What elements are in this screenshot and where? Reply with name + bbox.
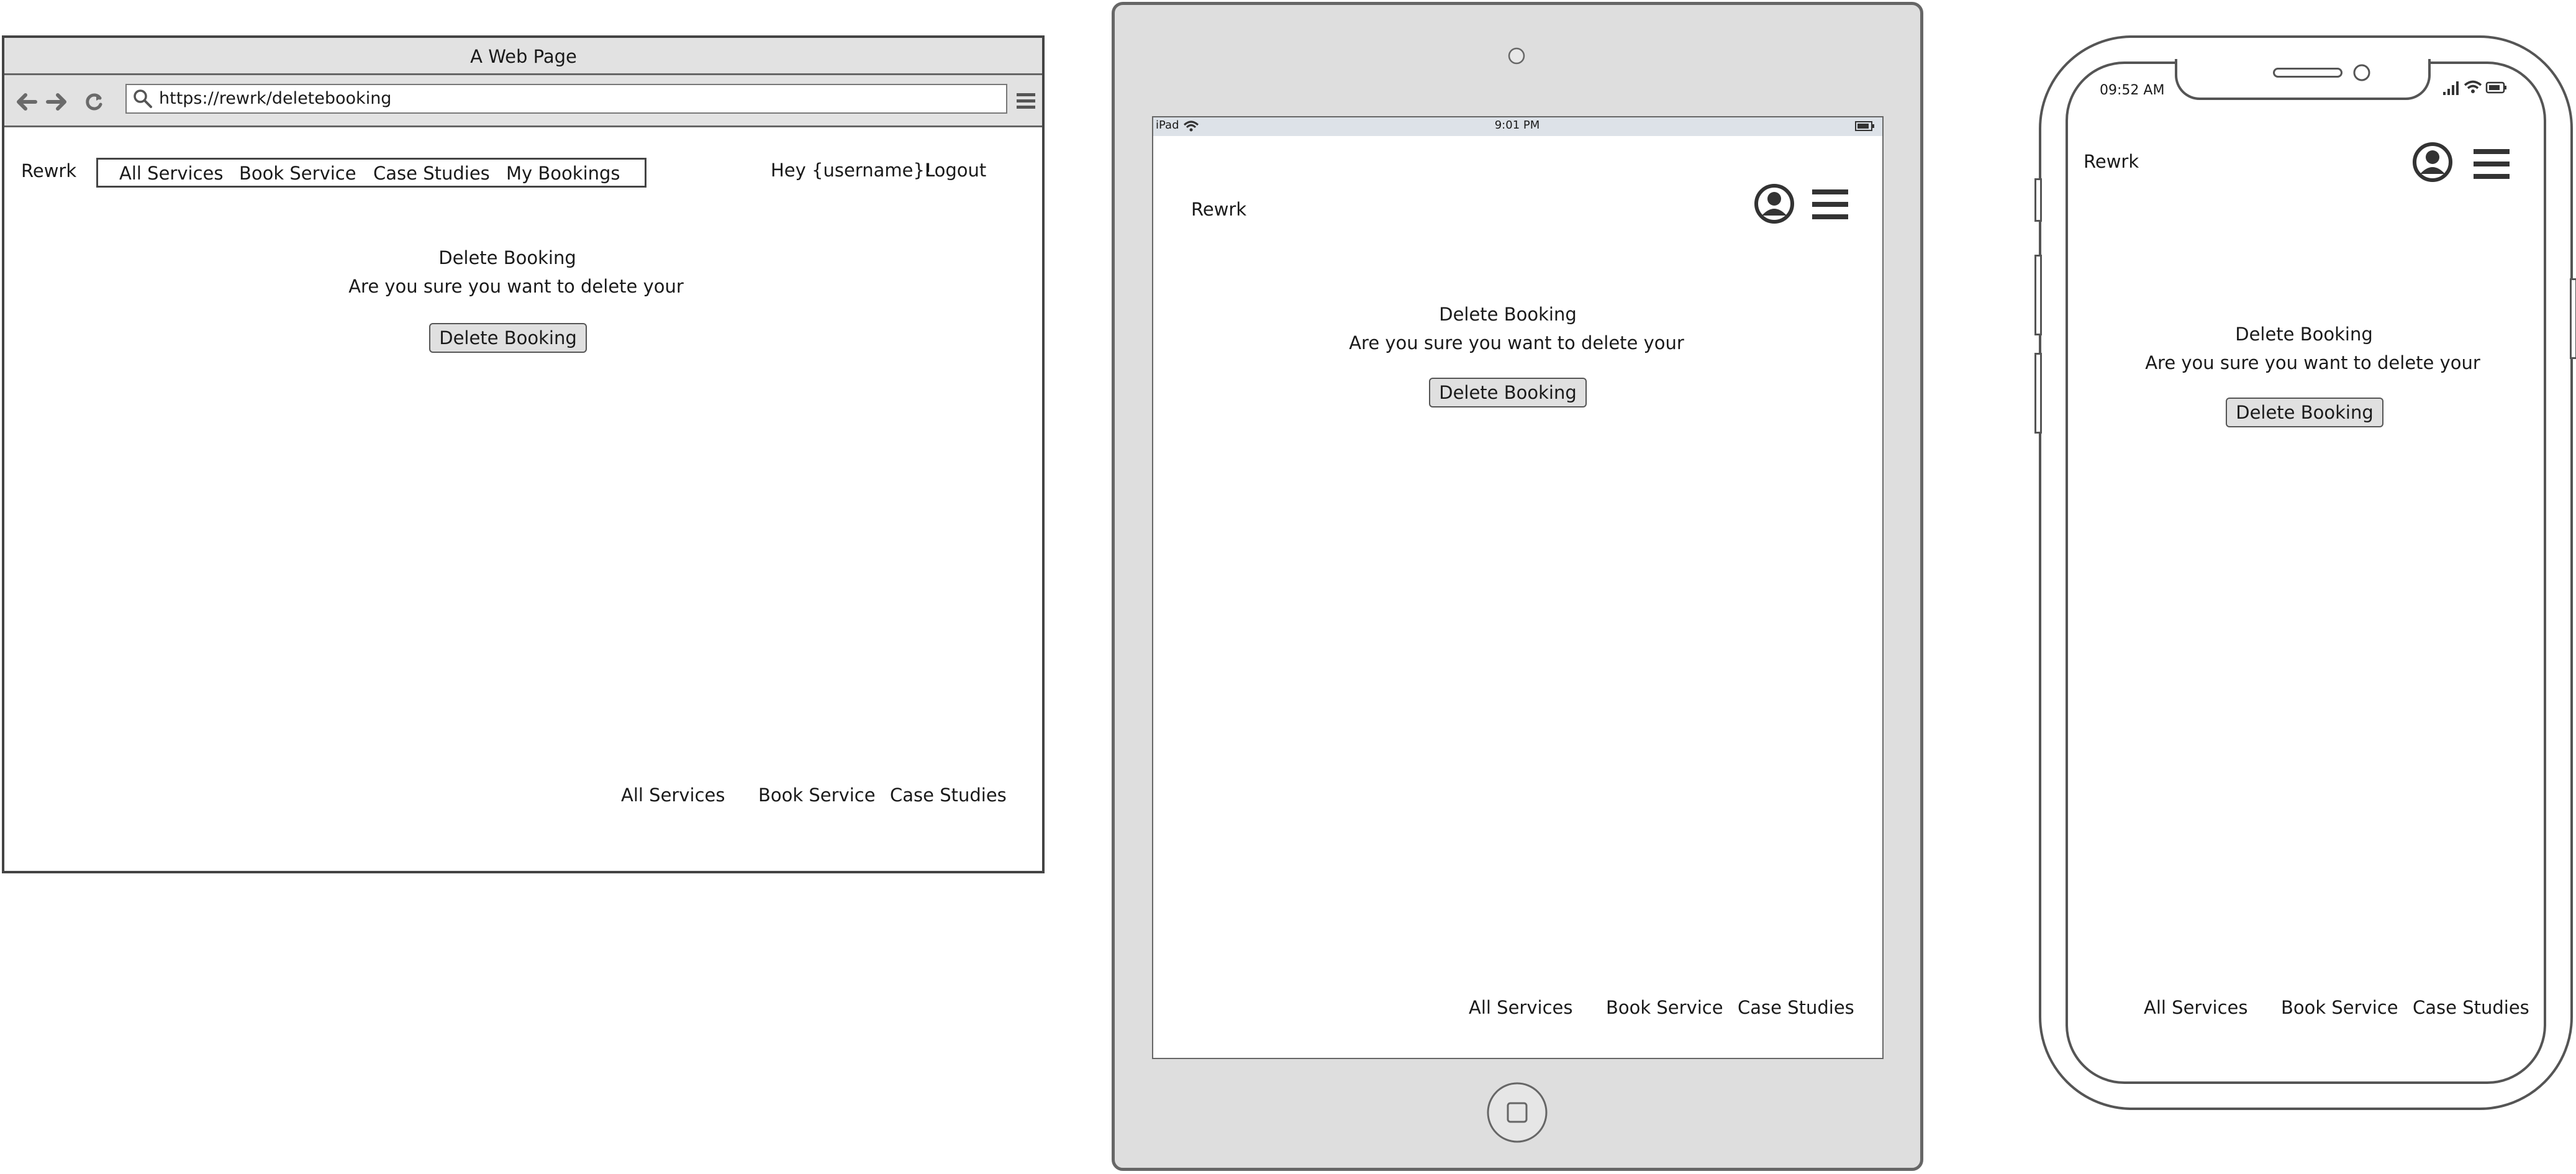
- tablet-footer-link-case-studies[interactable]: Case Studies: [1738, 999, 1854, 1017]
- volume-down-button: [2034, 353, 2042, 434]
- tablet-delete-booking-button[interactable]: Delete Booking: [1429, 378, 1587, 407]
- battery-icon: [1855, 121, 1874, 131]
- confirm-message: Are you sure you want to delete your: [348, 276, 684, 297]
- mute-switch: [2034, 178, 2042, 222]
- browser-menu-icon[interactable]: [1015, 91, 1036, 112]
- battery-icon: [2485, 81, 2506, 94]
- tablet-footer-link-all-services[interactable]: All Services: [1469, 999, 1572, 1017]
- speaker-grille: [2273, 68, 2342, 78]
- address-bar[interactable]: https://rewrk/deletebooking: [125, 84, 1007, 114]
- nav-link-all-services[interactable]: All Services: [119, 165, 223, 183]
- phone-delete-booking-button[interactable]: Delete Booking: [2226, 398, 2383, 427]
- footer-link-book-service[interactable]: Book Service: [758, 786, 876, 804]
- footer-link-all-services[interactable]: All Services: [621, 786, 725, 804]
- phone-screen: [2066, 61, 2546, 1084]
- wifi-icon: [1183, 121, 1199, 132]
- main-nav: All Services Book Service Case Studies M…: [96, 158, 646, 188]
- search-icon: [134, 89, 152, 108]
- browser-titlebar: A Web Page: [4, 38, 1042, 75]
- forward-arrow-icon[interactable]: [46, 93, 68, 111]
- phone-page-title: Delete Booking: [2235, 324, 2373, 345]
- logout-link[interactable]: Logout: [925, 162, 986, 180]
- phone-footer-link-book-service[interactable]: Book Service: [2281, 999, 2398, 1017]
- hamburger-menu-icon[interactable]: [1812, 188, 1848, 221]
- window-title: A Web Page: [470, 46, 577, 67]
- back-arrow-icon[interactable]: [16, 93, 37, 111]
- tablet-status-time: 9:01 PM: [1494, 119, 1540, 132]
- tablet-confirm-message: Are you sure you want to delete your: [1349, 332, 1684, 353]
- desktop-browser-frame: A Web Page https://rewrk/deletebooking R…: [2, 35, 1045, 873]
- footer-link-case-studies[interactable]: Case Studies: [890, 786, 1007, 804]
- tablet-page-title: Delete Booking: [1439, 304, 1577, 325]
- nav-link-case-studies[interactable]: Case Studies: [373, 165, 490, 183]
- delete-booking-button[interactable]: Delete Booking: [429, 323, 587, 353]
- user-account-icon[interactable]: [2412, 142, 2453, 183]
- phone-status-time: 09:52 AM: [2100, 83, 2165, 98]
- page-title: Delete Booking: [438, 247, 576, 268]
- nav-link-book-service[interactable]: Book Service: [239, 165, 356, 183]
- home-button-icon[interactable]: [1486, 1081, 1548, 1144]
- tablet-status-device: iPad: [1156, 119, 1179, 132]
- tablet-brand-logo[interactable]: Rewrk: [1191, 201, 1246, 219]
- phone-confirm-message: Are you sure you want to delete your: [2145, 352, 2480, 373]
- hamburger-menu-icon[interactable]: [2474, 148, 2510, 180]
- user-account-icon[interactable]: [1754, 183, 1795, 224]
- phone-brand-logo[interactable]: Rewrk: [2084, 153, 2139, 171]
- front-camera-icon: [2353, 64, 2370, 81]
- volume-up-button: [2034, 255, 2042, 335]
- reload-icon[interactable]: [84, 92, 104, 112]
- power-button: [2570, 278, 2576, 359]
- user-greeting: Hey {username}!: [771, 160, 932, 181]
- nav-link-my-bookings[interactable]: My Bookings: [506, 165, 620, 183]
- tablet-footer-link-book-service[interactable]: Book Service: [1606, 999, 1723, 1017]
- cellular-signal-icon: [2443, 81, 2459, 95]
- front-camera-icon: [1508, 47, 1525, 65]
- phone-notch: [2175, 59, 2431, 100]
- url-text: https://rewrk/deletebooking: [159, 89, 392, 108]
- phone-footer-link-all-services[interactable]: All Services: [2144, 999, 2247, 1017]
- tablet-screen: [1152, 116, 1884, 1059]
- phone-footer-link-case-studies[interactable]: Case Studies: [2413, 999, 2529, 1017]
- wifi-icon: [2464, 80, 2482, 93]
- brand-logo[interactable]: Rewrk: [21, 162, 76, 180]
